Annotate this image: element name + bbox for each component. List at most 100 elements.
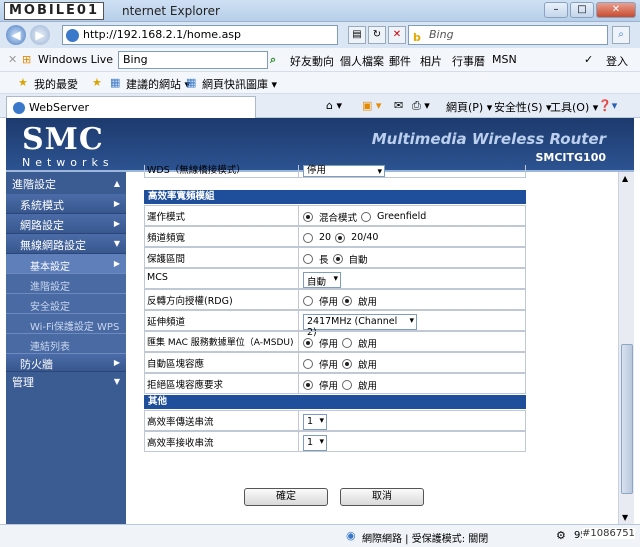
security-zone-text: 網際網路 | 受保護模式: 關閉 [362, 534, 489, 545]
mixed-mode-radio[interactable] [303, 211, 313, 222]
home-icon[interactable]: ⌂ ▾ [326, 99, 342, 112]
mail-link[interactable]: 郵件 [389, 53, 411, 69]
tx-stream-select[interactable]: 1 [303, 413, 327, 430]
row-label: 頻道頻寬 [145, 227, 299, 246]
tools-menu[interactable]: 工具(O) ▾ [550, 99, 598, 115]
dba-disable-radio[interactable] [303, 379, 313, 390]
gi-auto-radio[interactable] [332, 253, 343, 264]
refresh-icon[interactable]: ↻ [368, 26, 386, 44]
radio-label: 停用 [319, 338, 339, 350]
help-icon[interactable]: ❓▾ [598, 99, 617, 112]
chevron-icon: ▶ [113, 259, 120, 268]
profile-link[interactable]: 個人檔案 [340, 53, 384, 69]
mcs-select[interactable]: 自動 [303, 271, 341, 288]
sidebar-item-management[interactable]: 管理 ▼ [6, 374, 126, 390]
page-menu[interactable]: 網頁(P) ▾ [446, 99, 492, 115]
bw-20-40-radio[interactable] [335, 232, 346, 243]
windows-logo-icon: ⊞ [22, 53, 32, 66]
gi-long-radio[interactable] [303, 253, 313, 264]
channel-bandwidth-row: 頻道頻寬 20 20/40 [144, 226, 526, 247]
aba-enable-radio[interactable] [342, 358, 353, 369]
sidebar-item-network[interactable]: 網路設定 ▶ [6, 214, 126, 234]
address-bar-row: ◀ ▶ http://192.168.2.1/home.asp ▤ ↻ ✕ b … [0, 22, 640, 48]
rdg-disable-radio[interactable] [303, 295, 313, 306]
safety-menu[interactable]: 安全性(S) ▾ [494, 99, 552, 115]
sidebar-item-advanced-settings[interactable]: 進階設定 [6, 274, 126, 294]
extension-channel-select[interactable]: 2417MHz (Channel 2) [303, 313, 417, 338]
section-ht-title: 高效率寬頻模組 [144, 190, 526, 204]
rdg-enable-radio[interactable] [342, 295, 353, 306]
mail-icon[interactable]: ✉ [394, 99, 403, 112]
dba-enable-radio[interactable] [342, 379, 353, 390]
decline-ba-row: 拒絕區塊容應要求 停用 啟用 [144, 373, 526, 394]
windows-live-link[interactable]: Windows Live [38, 53, 113, 66]
row-label: 高效率傳送串流 [145, 411, 299, 430]
bing-icon: b [413, 31, 421, 44]
sidebar-item-basic-settings[interactable]: 基本設定 ▶ [6, 254, 126, 274]
close-button[interactable]: ✕ [596, 2, 636, 18]
feeds-icon[interactable]: ▣ ▾ [362, 99, 381, 112]
internet-zone-icon: ◉ [346, 529, 356, 542]
scroll-down-icon[interactable]: ▼ [622, 513, 628, 522]
operating-mode-row: 運作模式 混合模式 Greenfield [144, 205, 526, 226]
ok-button[interactable]: 確定 [244, 488, 328, 506]
aba-disable-radio[interactable] [303, 358, 313, 369]
mobile01-logo: MOBILE01 [4, 2, 104, 20]
address-input[interactable]: http://192.168.2.1/home.asp [62, 25, 338, 45]
web-slice-icon: ▦ [186, 76, 197, 89]
sidebar-item-system-mode[interactable]: 系統模式 ▶ [6, 194, 126, 214]
stop-icon[interactable]: ✕ [388, 26, 406, 44]
tab-webserver[interactable]: WebServer [6, 96, 256, 118]
add-favorite-icon[interactable]: ★ [92, 76, 102, 89]
smc-networks-text: Networks [22, 156, 114, 169]
sidebar-item-wireless[interactable]: 無線網路設定 ▼ [6, 234, 126, 254]
sidebar-item-wps[interactable]: Wi-Fi保護設定 WPS [6, 314, 126, 334]
compatibility-icon[interactable]: ▤ [348, 26, 366, 44]
sidebar-item-label: 無線網路設定 [20, 239, 86, 252]
ie-page-icon [66, 29, 79, 42]
photos-link[interactable]: 相片 [420, 53, 442, 69]
forward-button[interactable]: ▶ [30, 25, 50, 45]
guard-interval-row: 保護區間 長 自動 [144, 247, 526, 268]
print-icon[interactable]: ⎙ ▾ [412, 99, 430, 113]
sidebar-item-station-list[interactable]: 連結列表 [6, 334, 126, 354]
wds-select[interactable]: 停用 [303, 165, 385, 177]
bing-search-input[interactable]: Bing [118, 51, 268, 69]
friends-link[interactable]: 好友動向 [290, 53, 334, 69]
search-icon[interactable]: ⌕ [270, 53, 276, 67]
minimize-button[interactable]: – [544, 2, 568, 18]
amsdu-enable-radio[interactable] [342, 337, 353, 348]
router-model: SMCITG100 [535, 151, 606, 164]
sidebar-item-security-settings[interactable]: 安全設定 [6, 294, 126, 314]
sidebar-item-label: Wi-Fi保護設定 WPS [30, 322, 120, 333]
web-slice-gallery-link[interactable]: 網頁快訊圖庫 ▾ [202, 76, 277, 92]
sidebar-item-firewall[interactable]: 防火牆 ▶ [6, 354, 126, 372]
radio-label: 啟用 [358, 296, 378, 308]
scroll-up-icon[interactable]: ▲ [622, 174, 628, 183]
signin-link[interactable]: 登入 [606, 53, 628, 69]
sidebar-item-advanced[interactable]: 進階設定 ▲ [6, 176, 126, 192]
calendar-link[interactable]: 行事曆 [452, 53, 485, 69]
amsdu-row: 匯集 MAC 服務數據單位（A-MSDU) 停用 啟用 [144, 331, 526, 352]
greenfield-radio[interactable] [361, 211, 372, 222]
vertical-scrollbar[interactable]: ▲ ▼ [618, 172, 634, 524]
radio-label: 停用 [319, 380, 339, 392]
cancel-button[interactable]: 取消 [340, 488, 424, 506]
msn-link[interactable]: MSN [492, 53, 517, 66]
sidebar-item-label: 管理 [12, 376, 34, 389]
amsdu-disable-radio[interactable] [303, 337, 313, 348]
maximize-button[interactable]: □ [570, 2, 594, 18]
protected-mode-icon[interactable]: ⚙ [556, 529, 566, 542]
sidebar-item-label: 進階設定 [12, 178, 56, 191]
rx-stream-select[interactable]: 1 [303, 434, 327, 451]
bw-20-radio[interactable] [303, 232, 313, 243]
favorites-button[interactable]: 我的最愛 [34, 76, 78, 92]
suggested-sites-link[interactable]: 建議的網站 ▾ [126, 76, 190, 92]
search-input[interactable]: b Bing [408, 25, 608, 45]
back-button[interactable]: ◀ [6, 25, 26, 45]
radio-label: 停用 [319, 296, 339, 308]
settings-icon[interactable]: ✓ [584, 53, 593, 66]
close-toolbar-icon[interactable]: ✕ [8, 53, 17, 66]
search-go-icon[interactable]: ⌕ [612, 26, 630, 44]
scrollbar-thumb[interactable] [621, 344, 633, 494]
